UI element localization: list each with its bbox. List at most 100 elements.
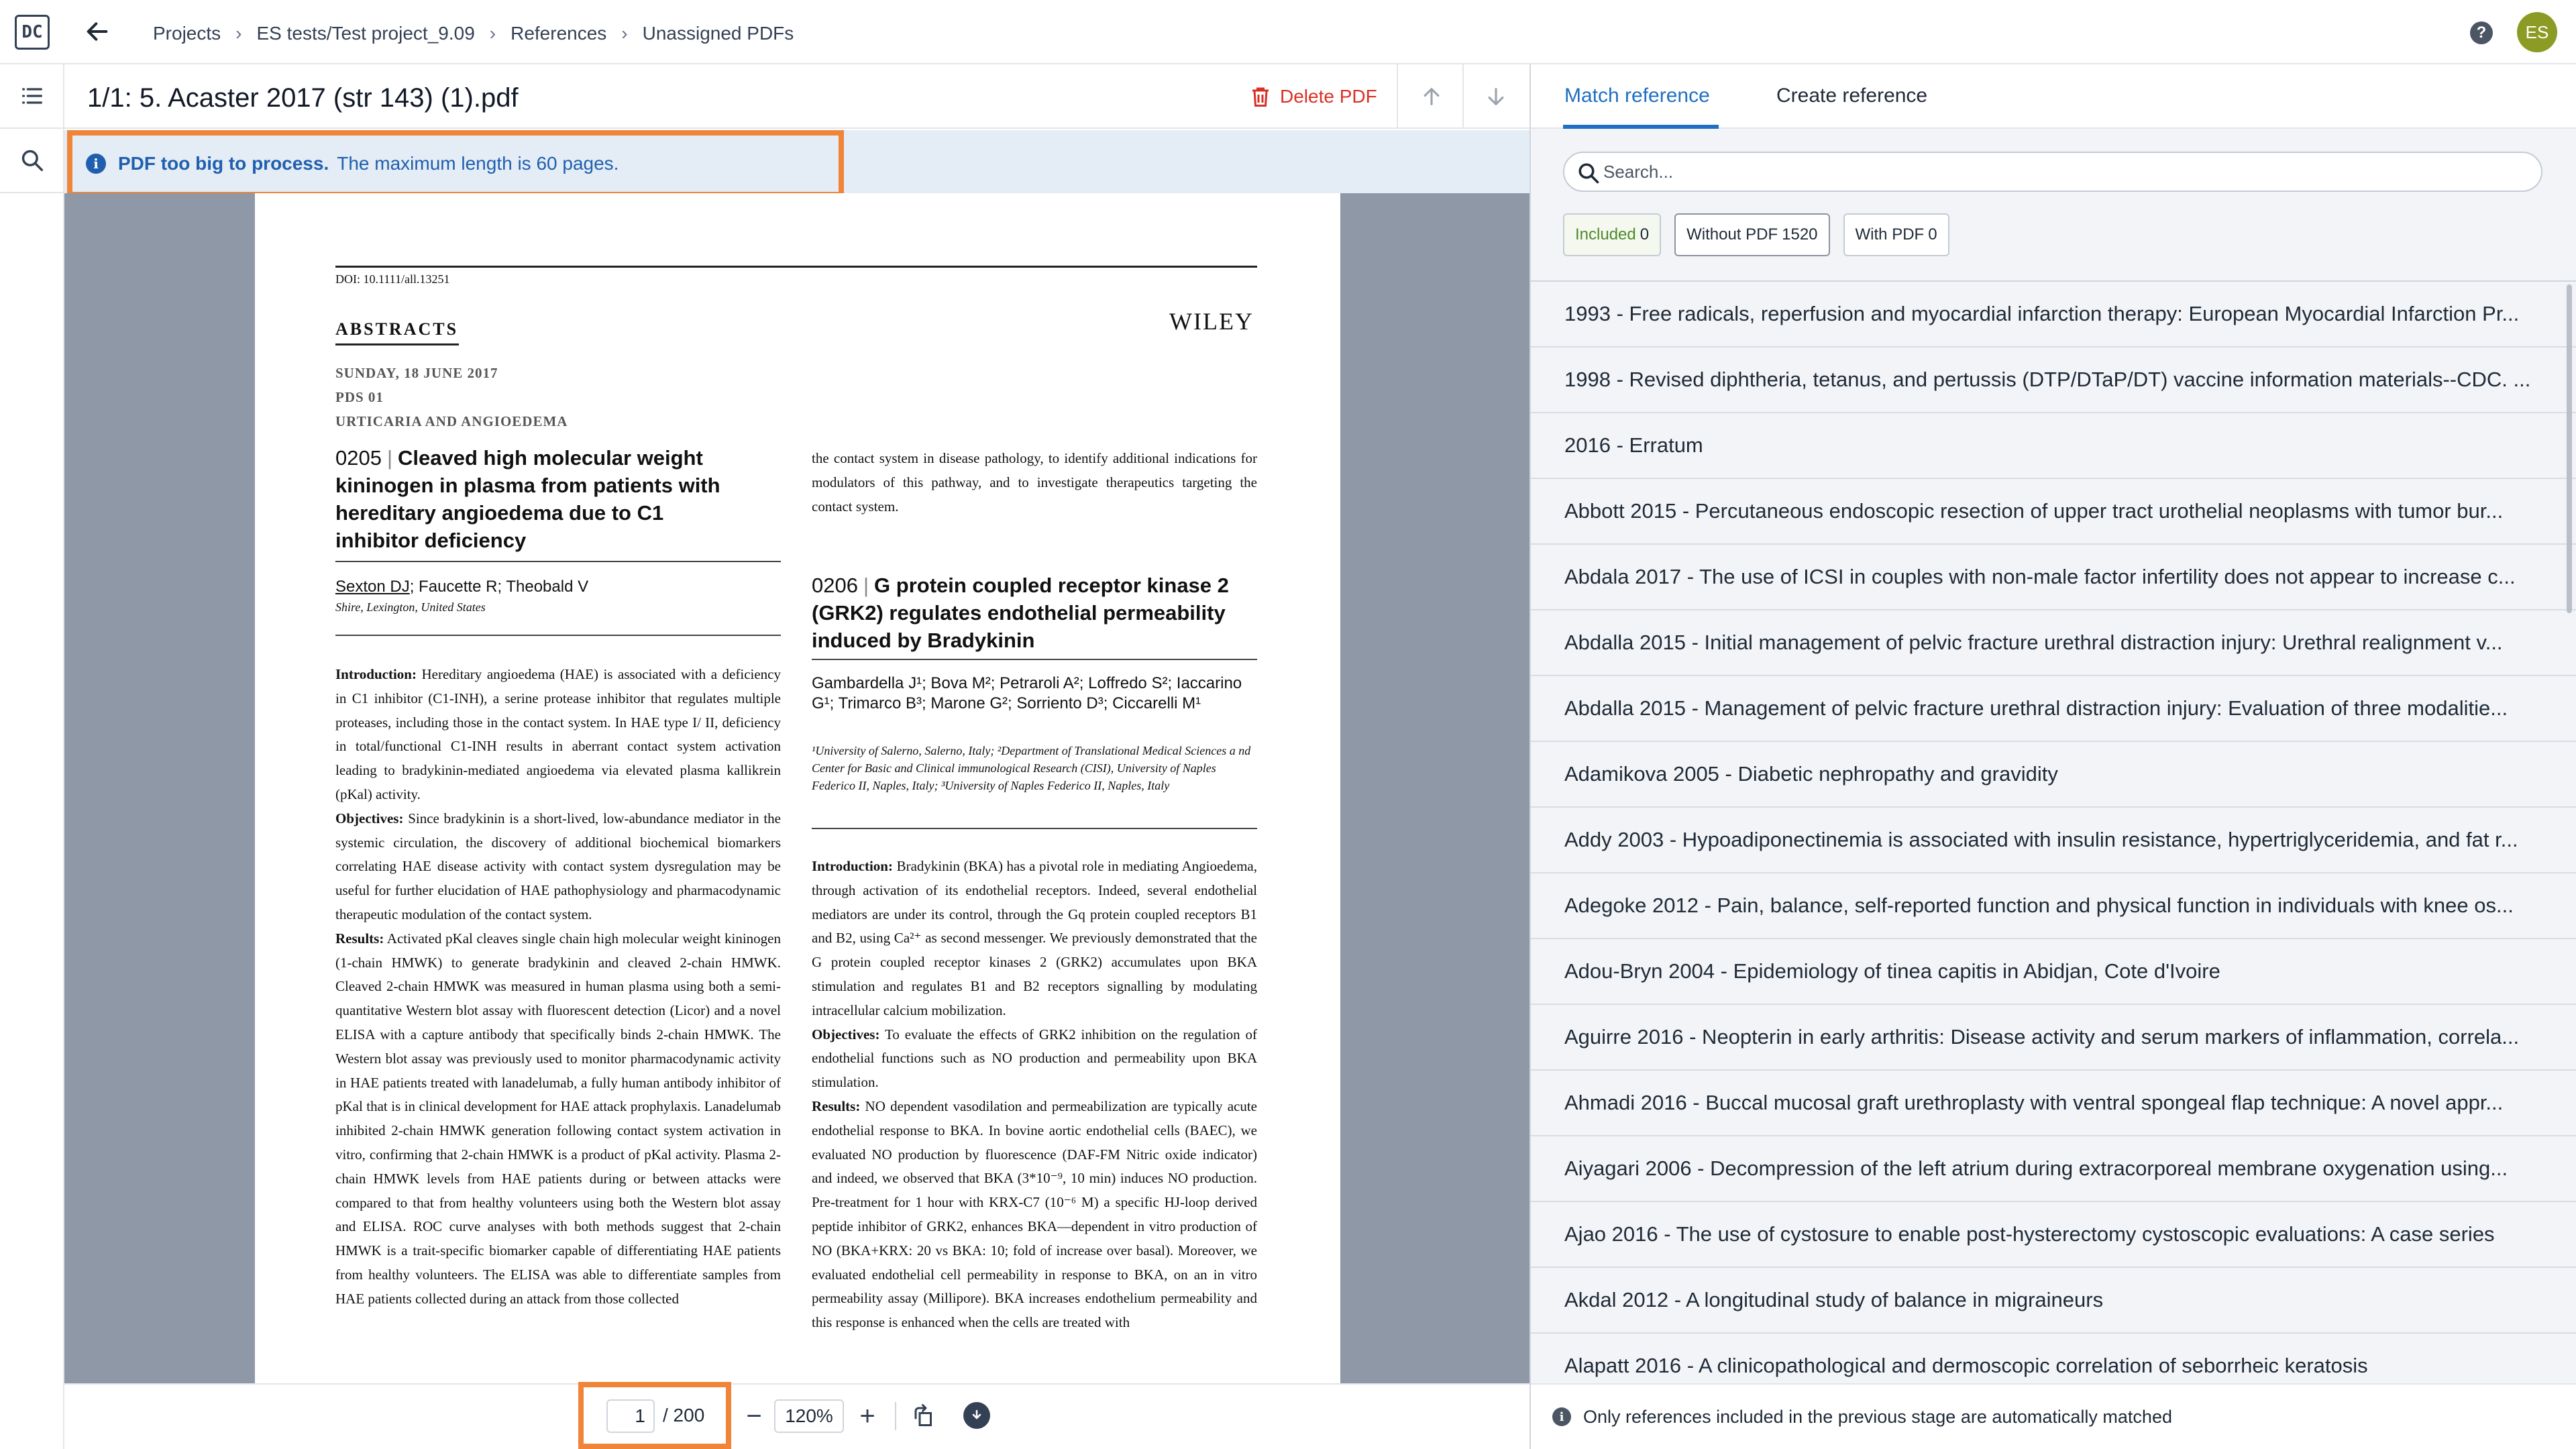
publisher-logo: WILEY <box>1169 308 1254 335</box>
tab-create-reference[interactable]: Create reference <box>1776 85 1927 107</box>
reference-label: Adamikova 2005 - Diabetic nephropathy an… <box>1564 762 2058 786</box>
list-view-icon[interactable] <box>0 64 64 129</box>
list-item[interactable]: Abdala 2017 - The use of ICSI in couples… <box>1531 545 2576 610</box>
objectives-label: Objectives: <box>335 810 404 826</box>
breadcrumb-project[interactable]: ES tests/Test project_9.09 <box>256 23 474 44</box>
list-item[interactable]: Abdalla 2015 - Management of pelvic frac… <box>1531 676 2576 742</box>
filter-included[interactable]: Included 0 <box>1563 213 1662 256</box>
document-header: 1/1: 5. Acaster 2017 (str 143) (1).pdf D… <box>64 64 1529 129</box>
reference-label: 2016 - Erratum <box>1564 433 1703 457</box>
breadcrumb-unassigned-pdfs: Unassigned PDFs <box>642 23 794 44</box>
results-label: Results: <box>812 1097 861 1114</box>
list-item[interactable]: Abbott 2015 - Percutaneous endoscopic re… <box>1531 479 2576 545</box>
zoom-out-button[interactable]: − <box>739 1399 769 1433</box>
breadcrumb-references[interactable]: References <box>511 23 606 44</box>
abstract-0206-title: 0206 | G protein coupled receptor kinase 2… <box>812 572 1257 654</box>
pdf-title: 1/1: 5. Acaster 2017 (str 143) (1).pdf <box>87 83 519 113</box>
pdf-page: DOI: 10.1111/all.13251 WILEY ABSTRACTS S… <box>255 193 1340 1383</box>
abstract-0205-authors: Sexton DJ; Faucette R; Theobald V <box>335 577 781 597</box>
list-item[interactable]: Addy 2003 - Hypoadiponectinemia is assoc… <box>1531 808 2576 873</box>
breadcrumb-projects[interactable]: Projects <box>153 23 221 44</box>
filter-with-pdf[interactable]: With PDF 0 <box>1843 213 1949 256</box>
reference-label: Aguirre 2016 - Neopterin in early arthri… <box>1564 1025 2520 1049</box>
reference-search[interactable] <box>1563 152 2542 192</box>
zoom-in-button[interactable]: + <box>851 1399 884 1433</box>
footer-note-text: Only references included in the previous… <box>1583 1406 2172 1427</box>
reference-label: Abdalla 2015 - Initial management of pel… <box>1564 631 2503 654</box>
top-rule <box>335 266 1257 268</box>
abstract-number: 0205 <box>335 446 382 470</box>
list-item[interactable]: Ajao 2016 - The use of cystosure to enab… <box>1531 1202 2576 1268</box>
doi-text: DOI: 10.1111/all.13251 <box>335 272 450 286</box>
list-item[interactable]: Adegoke 2012 - Pain, balance, self-repor… <box>1531 873 2576 939</box>
chevron-right-icon: › <box>489 23 496 44</box>
list-item[interactable]: 1998 - Revised diphtheria, tetanus, and … <box>1531 347 2576 413</box>
list-item[interactable]: Abdalla 2015 - Initial management of pel… <box>1531 610 2576 676</box>
trash-icon <box>1252 87 1269 107</box>
reference-label: Abdalla 2015 - Management of pelvic frac… <box>1564 696 2508 720</box>
list-item[interactable]: Aiyagari 2006 - Decompression of the lef… <box>1531 1136 2576 1202</box>
info-icon: i <box>1552 1407 1571 1426</box>
reference-label: Ajao 2016 - The use of cystosure to enab… <box>1564 1222 2495 1246</box>
list-item[interactable]: Aguirre 2016 - Neopterin in early arthri… <box>1531 1005 2576 1071</box>
filter-label: Included <box>1575 225 1636 244</box>
abstract-number: 0206 <box>812 574 858 597</box>
heading-rule <box>335 343 459 345</box>
previous-pdf-arrow-icon[interactable] <box>1415 80 1448 113</box>
intro-text: Hereditary angioedema (HAE) is associate… <box>335 666 781 802</box>
list-item[interactable]: 1993 - Free radicals, reperfusion and my… <box>1531 282 2576 347</box>
delete-pdf-label: Delete PDF <box>1280 86 1377 107</box>
list-item[interactable]: Adou-Bryn 2004 - Epidemiology of tinea c… <box>1531 939 2576 1005</box>
date-line: SUNDAY, 18 JUNE 2017 <box>335 365 498 381</box>
search-icon[interactable] <box>0 129 64 193</box>
other-authors: ; Faucette R; Theobald V <box>409 578 589 596</box>
objectives-label: Objectives: <box>812 1026 880 1042</box>
reference-list-scrollbar[interactable] <box>2567 284 2572 613</box>
breadcrumb: Projects › ES tests/Test project_9.09 › … <box>153 20 794 47</box>
top-bar: DC Projects › ES tests/Test project_9.09… <box>0 0 2576 64</box>
zoom-level[interactable]: 120% <box>774 1399 844 1433</box>
list-item[interactable]: Alapatt 2016 - A clinicopathological and… <box>1531 1334 2576 1381</box>
reference-label: Adou-Bryn 2004 - Epidemiology of tinea c… <box>1564 959 2220 983</box>
left-rail <box>0 64 64 1449</box>
results-text: Activated pKal cleaves single chain high… <box>335 930 781 1307</box>
rule <box>335 561 781 562</box>
reference-label: Aiyagari 2006 - Decompression of the lef… <box>1564 1157 2508 1180</box>
back-arrow-icon[interactable] <box>80 15 114 48</box>
filter-without-pdf[interactable]: Without PDF 1520 <box>1674 213 1830 256</box>
list-item[interactable]: Adamikova 2005 - Diabetic nephropathy an… <box>1531 742 2576 808</box>
tab-match-reference[interactable]: Match reference <box>1564 85 1710 107</box>
app-logo-icon[interactable]: DC <box>15 15 50 50</box>
rule <box>335 635 781 636</box>
pdf-viewer[interactable]: DOI: 10.1111/all.13251 WILEY ABSTRACTS S… <box>64 193 1529 1383</box>
list-item[interactable]: Akdal 2012 - A longitudinal study of bal… <box>1531 1268 2576 1334</box>
list-item[interactable]: Ahmadi 2016 - Buccal mucosal graft ureth… <box>1531 1071 2576 1136</box>
rotate-icon[interactable] <box>908 1401 939 1432</box>
abstracts-heading: ABSTRACTS <box>335 319 459 339</box>
abstract-0206-body: Introduction: Bradykinin (BKA) has a piv… <box>812 855 1257 1335</box>
reference-label: 1993 - Free radicals, reperfusion and my… <box>1564 302 2520 325</box>
reference-list: 1993 - Free radicals, reperfusion and my… <box>1531 280 2576 1381</box>
intro-label: Introduction: <box>812 858 893 874</box>
separator: | <box>386 446 393 470</box>
abstract-0205-body: Introduction: Hereditary angioedema (HAE… <box>335 663 781 1311</box>
download-icon[interactable] <box>963 1402 990 1429</box>
avatar[interactable]: ES <box>2517 12 2557 52</box>
abstract-title-text: G protein coupled receptor kinase 2 (GRK… <box>812 574 1229 652</box>
delete-pdf-button[interactable]: Delete PDF <box>1250 82 1377 111</box>
help-icon[interactable]: ? <box>2470 21 2493 44</box>
filter-count: 1520 <box>1782 225 1818 244</box>
list-item[interactable]: 2016 - Erratum <box>1531 413 2576 479</box>
intro-text: Bradykinin (BKA) has a pivotal role in m… <box>812 858 1258 1018</box>
filter-count: 0 <box>1640 225 1650 244</box>
active-tab-indicator <box>1563 125 1719 129</box>
abstract-title-text: Cleaved high molecular weight kininogen … <box>335 446 720 552</box>
next-pdf-arrow-icon[interactable] <box>1480 80 1512 113</box>
reference-label: Abdala 2017 - The use of ICSI in couples… <box>1564 565 2516 588</box>
results-label: Results: <box>335 930 384 947</box>
search-input[interactable] <box>1603 158 2529 185</box>
abstract-0206-affiliation: ¹University of Salerno, Salerno, Italy; … <box>812 744 1251 792</box>
rule <box>812 659 1257 660</box>
reference-label: Akdal 2012 - A longitudinal study of bal… <box>1564 1288 2104 1311</box>
reference-label: Ahmadi 2016 - Buccal mucosal graft ureth… <box>1564 1091 2504 1114</box>
